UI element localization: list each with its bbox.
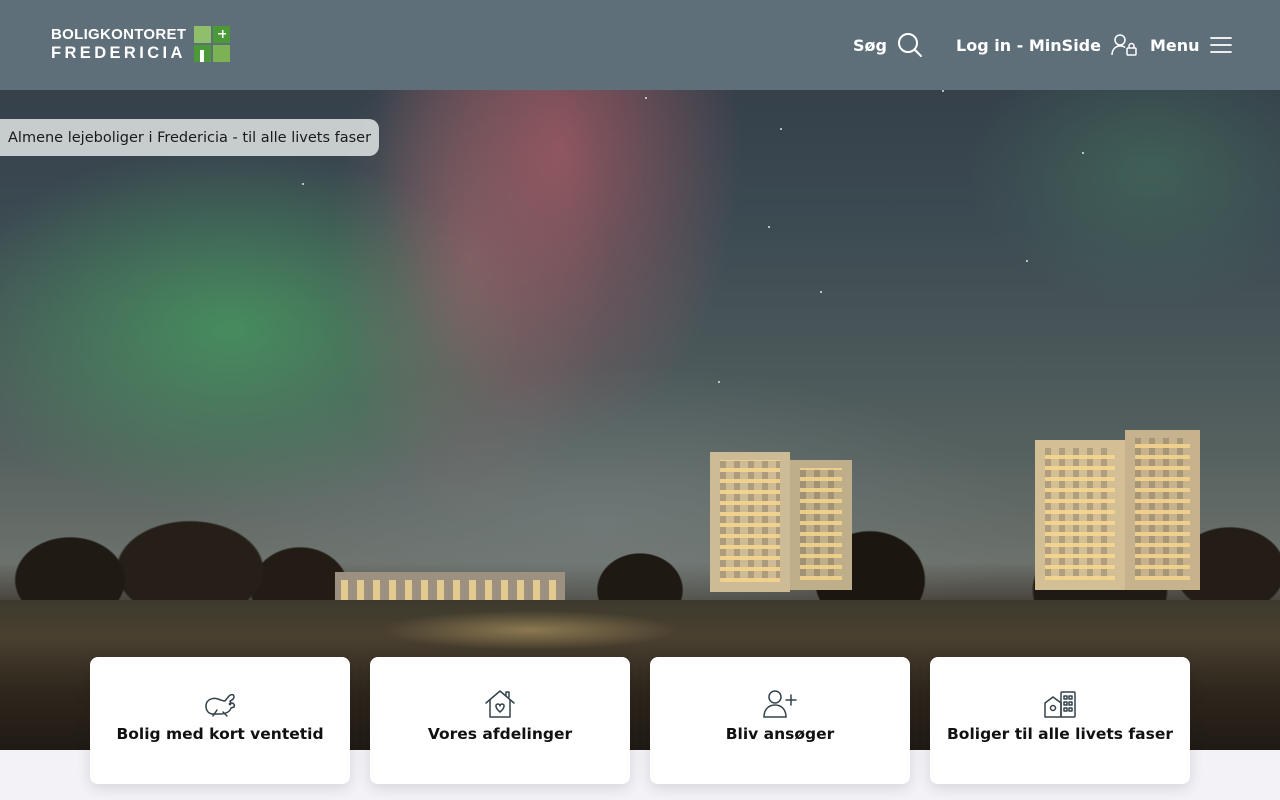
site-header: BOLIGKONTORET FREDERICIA Søg Log in - Mi…: [0, 0, 1280, 90]
login-button[interactable]: Log in - MinSide: [956, 31, 1137, 59]
buildings-icon: [1043, 689, 1077, 719]
search-label: Søg: [853, 35, 887, 55]
logo-text: BOLIGKONTORET FREDERICIA: [51, 27, 186, 62]
search-icon: [897, 33, 922, 57]
login-label: Log in - MinSide: [956, 35, 1101, 55]
logo-mark-icon: [194, 26, 231, 62]
logo-link[interactable]: BOLIGKONTORET FREDERICIA: [51, 26, 231, 62]
search-button[interactable]: Søg: [853, 31, 923, 59]
card-vores-afdelinger[interactable]: Vores afdelinger: [370, 657, 630, 784]
rabbit-icon: [203, 689, 237, 719]
card-bliv-ansoger[interactable]: Bliv ansøger: [650, 657, 910, 784]
card-boliger-alle-livets-faser[interactable]: Boliger til alle livets faser: [930, 657, 1190, 784]
card-label: Bliv ansøger: [725, 725, 835, 743]
user-plus-icon: [763, 689, 797, 719]
menu-button[interactable]: Menu: [1150, 31, 1232, 59]
logo-line2: FREDERICIA: [51, 43, 186, 62]
card-label: Boliger til alle livets faser: [946, 725, 1174, 743]
logo-line1: BOLIGKONTORET: [51, 25, 187, 43]
hero-tagline: Almene lejeboliger i Fredericia - til al…: [0, 119, 380, 156]
hamburger-icon: [1209, 37, 1232, 53]
hero-image: [0, 0, 1280, 750]
card-bolig-kort-ventetid[interactable]: Bolig med kort ventetid: [90, 657, 350, 784]
house-heart-icon: [483, 689, 517, 719]
card-label: Vores afdelinger: [427, 725, 573, 743]
menu-label: Menu: [1150, 35, 1200, 55]
user-lock-icon: [1111, 34, 1137, 56]
card-label: Bolig med kort ventetid: [116, 725, 324, 743]
